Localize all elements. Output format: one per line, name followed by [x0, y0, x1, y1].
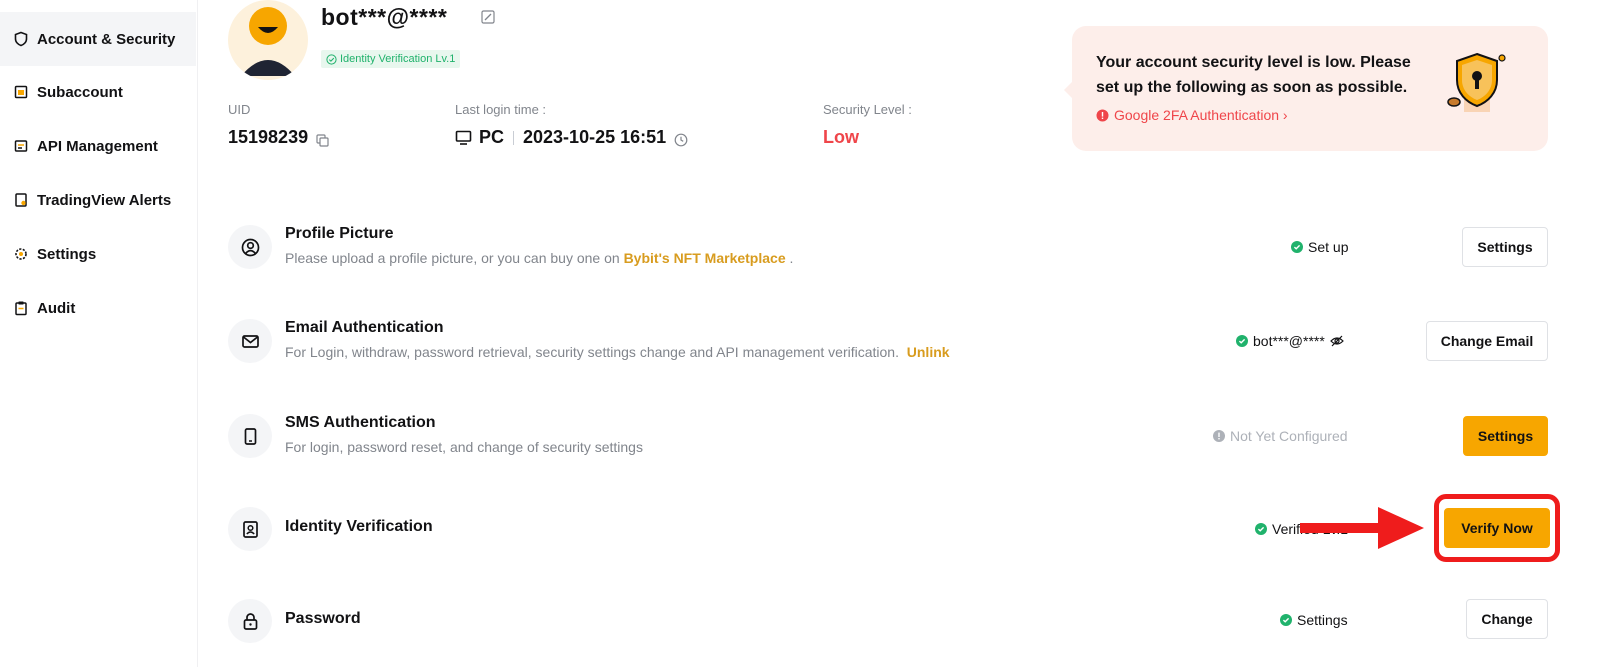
sidebar-item-api-management[interactable]: API Management [0, 119, 196, 173]
row-title: SMS Authentication [285, 414, 436, 431]
check-circle-icon [1291, 241, 1303, 253]
google-2fa-link-label: Google 2FA Authentication › [1114, 107, 1288, 123]
status-text: Not Yet Configured [1230, 428, 1348, 444]
annotation-highlight-box [1434, 494, 1560, 562]
info-circle-icon [1213, 430, 1225, 442]
row-email-authentication: Email Authentication For Login, withdraw… [228, 319, 1550, 379]
security-alert-card: Your account security level is low. Plea… [1064, 26, 1548, 151]
row-description: For Login, withdraw, password retrieval,… [285, 344, 950, 360]
status-badge: Set up [1291, 239, 1348, 255]
change-password-button[interactable]: Change [1466, 599, 1548, 639]
nft-marketplace-link[interactable]: Bybit's NFT Marketplace [624, 250, 786, 266]
sidebar-item-audit[interactable]: Audit [0, 281, 196, 335]
username: bot***@**** [321, 4, 448, 30]
uid-text: 15198239 [228, 127, 309, 147]
monitor-icon [455, 129, 472, 146]
login-time: 2023-10-25 16:51 [523, 127, 667, 147]
sidebar-item-account-security[interactable]: Account & Security [0, 12, 196, 66]
sidebar-item-subaccount[interactable]: Subaccount [0, 65, 196, 119]
check-circle-icon [1255, 523, 1267, 535]
status-badge: Not Yet Configured [1213, 428, 1348, 444]
lock-icon [228, 599, 272, 643]
warning-icon [1096, 109, 1109, 122]
status-badge: Settings [1280, 612, 1348, 628]
last-login-value: PC 2023-10-25 16:51 [455, 127, 688, 148]
sidebar-item-label: Subaccount [37, 83, 123, 101]
mail-icon [228, 319, 272, 363]
google-2fa-link[interactable]: Google 2FA Authentication › [1096, 107, 1288, 123]
phone-icon [228, 414, 272, 458]
uid-value: 15198239 [228, 127, 329, 148]
edit-icon[interactable] [481, 10, 495, 24]
check-circle-icon [1280, 614, 1292, 626]
sidebar-item-label: TradingView Alerts [37, 191, 172, 209]
api-icon [13, 138, 29, 154]
uid-label: UID [228, 102, 251, 117]
security-level-value: Low [823, 127, 859, 147]
status-text: Settings [1297, 612, 1348, 628]
badge-label: Identity Verification Lv.1 [340, 53, 456, 65]
profile-picture-settings-button[interactable]: Settings [1462, 227, 1548, 267]
row-profile-picture: Profile Picture Please upload a profile … [228, 225, 1550, 285]
check-circle-icon [326, 53, 337, 65]
sidebar-item-tradingview-alerts[interactable]: TradingView Alerts [0, 173, 196, 227]
security-shield-illustration-icon [1442, 48, 1512, 120]
status-text: bot***@**** [1253, 333, 1325, 349]
security-level-label: Security Level : [823, 102, 912, 117]
row-password: Password [228, 599, 1550, 659]
clipboard-icon [13, 300, 29, 316]
gear-icon [13, 246, 29, 262]
sidebar-item-label: Account & Security [37, 30, 176, 48]
row-sms-authentication: SMS Authentication For login, password r… [228, 414, 1550, 474]
sms-settings-button[interactable]: Settings [1463, 416, 1548, 456]
unlink-email-link[interactable]: Unlink [907, 344, 950, 360]
clock-icon[interactable] [674, 131, 688, 146]
row-description-text: Please upload a profile picture, or you … [285, 250, 624, 266]
subaccount-icon [13, 84, 29, 100]
eye-off-icon[interactable] [1329, 334, 1344, 348]
sidebar-item-settings[interactable]: Settings [0, 227, 196, 281]
row-title: Profile Picture [285, 225, 394, 242]
last-login-label: Last login time : [455, 102, 547, 117]
status-badge: bot***@**** [1236, 333, 1344, 349]
copy-icon[interactable] [316, 131, 329, 147]
card-pointer [1064, 82, 1072, 98]
row-title: Email Authentication [285, 319, 444, 336]
login-device: PC [479, 127, 505, 147]
shield-icon [13, 31, 29, 47]
user-circle-icon [228, 225, 272, 269]
row-description-suffix: . [785, 250, 794, 266]
sidebar-item-label: Audit [37, 299, 76, 317]
alert-message: Your account security level is low. Plea… [1096, 54, 1411, 96]
row-description-text: For Login, withdraw, password retrieval,… [285, 344, 899, 360]
status-text: Set up [1308, 239, 1349, 255]
avatar[interactable] [228, 0, 308, 80]
row-title: Identity Verification [285, 518, 433, 535]
sidebar-item-label: Settings [37, 245, 97, 263]
change-email-button[interactable]: Change Email [1426, 321, 1548, 361]
row-description: Please upload a profile picture, or you … [285, 250, 793, 266]
id-card-icon [228, 507, 272, 551]
alert-doc-icon [13, 192, 29, 208]
identity-verification-badge: Identity Verification Lv.1 [321, 50, 461, 68]
row-title: Password [285, 610, 361, 627]
annotation-arrow-icon [1300, 507, 1424, 549]
divider [513, 130, 515, 145]
sidebar: Account & Security Subaccount API Manage… [0, 0, 198, 667]
check-circle-icon [1236, 335, 1248, 347]
row-description: For login, password reset, and change of… [285, 439, 643, 455]
sidebar-item-label: API Management [37, 137, 158, 155]
